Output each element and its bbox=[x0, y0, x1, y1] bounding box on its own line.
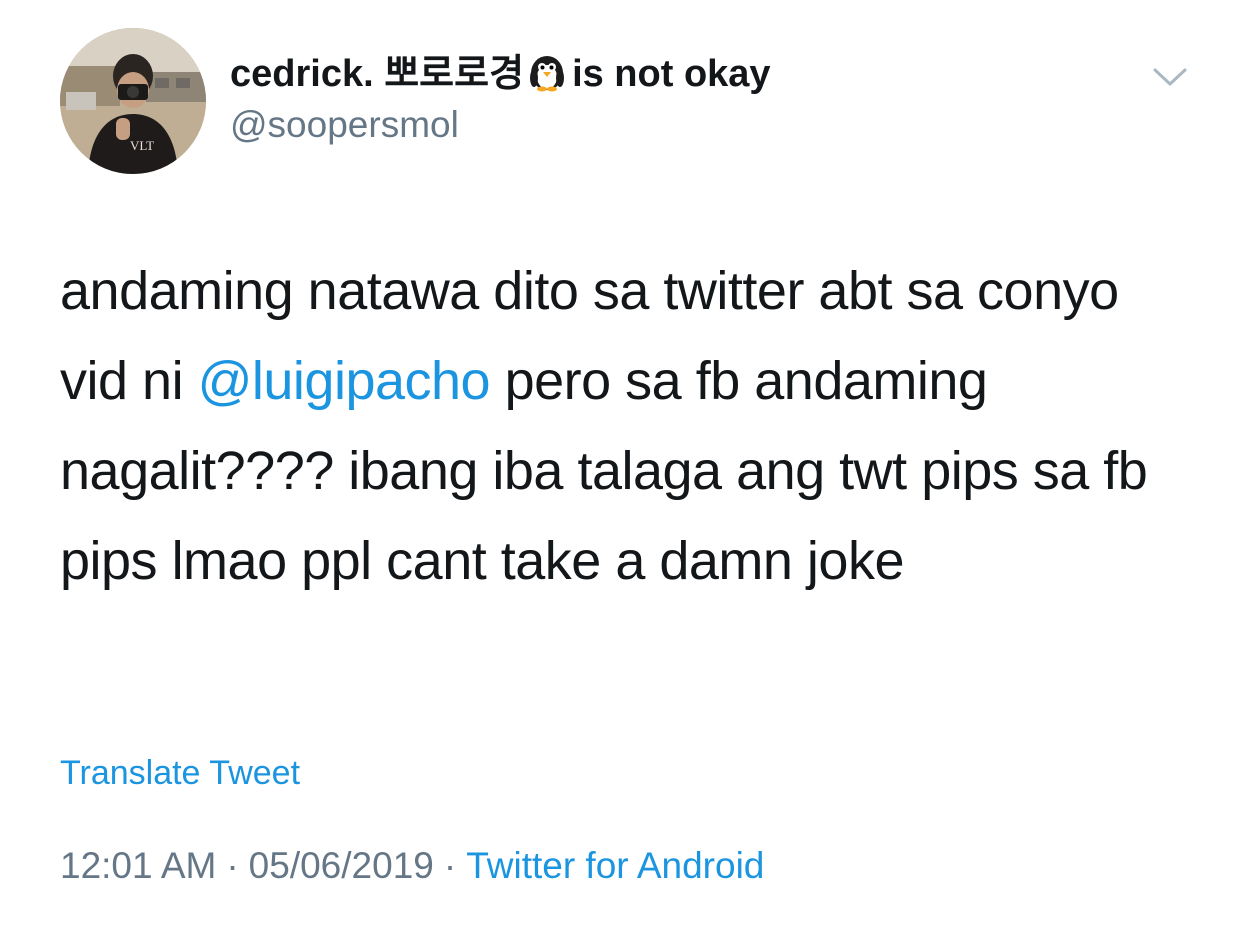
translate-tweet-link[interactable]: Translate Tweet bbox=[60, 752, 300, 794]
avatar[interactable]: VLT bbox=[60, 28, 206, 174]
tweet-text: andaming natawa dito sa twitter abt sa c… bbox=[60, 246, 1190, 606]
display-name[interactable]: cedrick. 뽀로로경 is not okay bbox=[230, 50, 771, 104]
tweet-time: 12:01 AM bbox=[60, 845, 217, 886]
display-name-text: cedrick. 뽀로로경 bbox=[230, 53, 525, 95]
tweet-source-link[interactable]: Twitter for Android bbox=[466, 845, 764, 886]
tweet-metadata: 12:01 AM · 05/06/2019 · Twitter for Android bbox=[60, 843, 764, 889]
tweet-date: 05/06/2019 bbox=[248, 845, 434, 886]
user-handle[interactable]: @soopersmol bbox=[230, 102, 459, 148]
avatar-shirt-text: VLT bbox=[130, 138, 154, 153]
penguin-emoji-icon bbox=[526, 52, 568, 104]
mention-link[interactable]: @luigipacho bbox=[198, 351, 491, 411]
meta-separator: · bbox=[443, 845, 457, 886]
chevron-down-icon[interactable] bbox=[1150, 62, 1190, 92]
tweet-card: VLT cedrick. 뽀로로경 is not okay @soopersmo… bbox=[0, 0, 1242, 930]
display-name-suffix: is not okay bbox=[572, 53, 771, 95]
meta-separator: · bbox=[226, 845, 239, 886]
